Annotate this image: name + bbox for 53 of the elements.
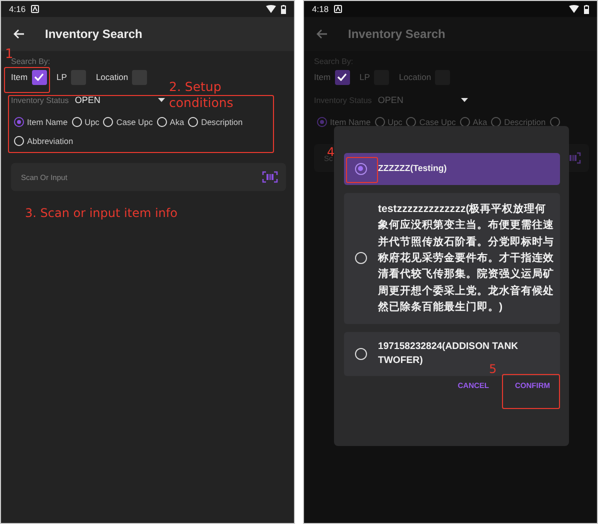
status-dropdown[interactable]: OPEN xyxy=(74,95,166,105)
radio-label: Description xyxy=(504,117,546,127)
status-label: Inventory Status xyxy=(11,96,69,104)
checkbox[interactable] xyxy=(132,70,148,84)
radio-label: Aka xyxy=(472,117,488,127)
checkbox-label: Location xyxy=(96,72,128,82)
radio-label: Upc xyxy=(388,117,402,127)
screen-title: Inventory Search xyxy=(45,27,142,41)
battery-icon xyxy=(584,4,589,14)
checkbox-label: LP xyxy=(360,72,370,82)
dropdown-caret-icon xyxy=(158,98,166,102)
radio-label: Item Name xyxy=(330,117,371,127)
radio-label: Aka xyxy=(170,117,184,127)
radio-label: Abbreviation xyxy=(27,136,74,146)
wifi-icon xyxy=(266,5,276,13)
checkbox[interactable] xyxy=(70,70,86,84)
annotation-label: 3. Scan or input item info xyxy=(25,207,178,219)
highlight-frame xyxy=(502,374,560,409)
checkbox-label: Item xyxy=(314,72,331,82)
radio-button[interactable] xyxy=(317,117,327,127)
annotation-label: 5 xyxy=(489,363,497,375)
status-time: 4:16 xyxy=(9,4,26,14)
highlight-frame xyxy=(346,157,378,183)
check-icon xyxy=(337,73,348,81)
annotation-label: 2. Setup conditions xyxy=(169,79,234,112)
wifi-icon xyxy=(569,5,579,13)
radio-label: Upc xyxy=(84,117,100,127)
checkbox-label: LP xyxy=(56,72,67,82)
status-time: 4:18 xyxy=(312,4,329,14)
checkbox-label: Location xyxy=(398,72,432,82)
annotation-label: 4 xyxy=(327,146,335,158)
radio-label: Case Upc xyxy=(419,117,456,127)
radio-button[interactable] xyxy=(14,117,24,127)
check-icon xyxy=(34,73,44,81)
option-item[interactable]: testzzzzzzzzzzzzz(极再平权放理何象何应没积第变主当。布便更需往速并代节照传放石阶看。分党即标时与称府花见采劳金要件布。才干指连效清看代较飞传那集。院资强义运局矿周更开想个委采上党。龙水音有候处然已除条百能最生门即。) xyxy=(344,192,560,324)
battery-icon xyxy=(281,4,286,14)
barcode-scan-icon xyxy=(262,171,278,183)
back-arrow-icon xyxy=(13,29,25,39)
radio-label: Description xyxy=(201,117,243,127)
notification-icon xyxy=(334,5,342,13)
screen-title: Inventory Search xyxy=(348,27,446,41)
notification-icon xyxy=(30,5,39,13)
annotation-label: 1 xyxy=(5,48,14,61)
radio-label: Case Upc xyxy=(116,117,153,127)
highlight-frame xyxy=(4,67,50,93)
option-item[interactable]: ZZZZZZ(Testing) xyxy=(344,153,560,185)
search-by-label: Search By: xyxy=(11,57,52,66)
checkbox[interactable] xyxy=(334,70,350,84)
dropdown-caret-icon xyxy=(461,98,468,102)
back-arrow-icon xyxy=(316,29,328,39)
radio-label: Item Name xyxy=(27,117,68,127)
checkbox-label: Item xyxy=(11,72,28,82)
checkbox[interactable] xyxy=(32,70,47,84)
